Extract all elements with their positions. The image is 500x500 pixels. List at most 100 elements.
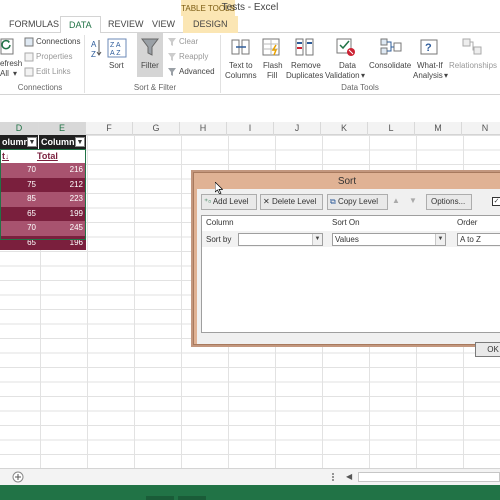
data-validation-label-2[interactable]: Validation	[325, 71, 360, 80]
add-level-button[interactable]: ⁺▫ Add Level	[201, 194, 257, 210]
filter-dropdown-icon[interactable]: ▼	[27, 137, 37, 147]
column-header-k[interactable]: K	[321, 122, 368, 135]
title-bar: TABLE TOOLS Tests - Excel	[0, 0, 500, 16]
copy-level-button[interactable]: ⧉ Copy Level	[327, 194, 388, 210]
order-select[interactable]: A to Z	[457, 233, 500, 246]
header-checkbox[interactable]: ✓	[492, 197, 500, 206]
table-cell[interactable]: 245	[39, 221, 83, 236]
sort-button[interactable]: Sort	[109, 61, 124, 70]
tab-data[interactable]: DATA	[60, 16, 101, 34]
tab-design[interactable]: DESIGN	[183, 16, 238, 33]
summary-cell-e[interactable]: Total	[37, 149, 58, 163]
column-header-l[interactable]: L	[368, 122, 415, 135]
refresh-dropdown-icon[interactable]: ▾	[13, 69, 17, 78]
remove-duplicates-icon[interactable]	[295, 37, 315, 57]
flash-fill-label-2[interactable]: Fill	[267, 71, 277, 80]
data-validation-icon[interactable]	[336, 37, 356, 57]
table-cell[interactable]: 223	[39, 192, 83, 207]
data-validation-dropdown-icon[interactable]: ▾	[361, 71, 365, 80]
table-cell[interactable]: 70	[0, 221, 36, 236]
table-header-label: olumn	[2, 137, 29, 147]
sort-dialog: Sort ⁺▫ Add Level ✕ Delete Level ⧉ Copy …	[193, 172, 500, 357]
column-header-m[interactable]: M	[415, 122, 462, 135]
what-if-analysis-label-2[interactable]: Analysis	[413, 71, 443, 80]
sort-icon[interactable]: Z A A Z	[107, 38, 127, 58]
column-header-e[interactable]: E	[39, 122, 86, 135]
chevron-down-icon[interactable]: ▼	[435, 234, 445, 245]
refresh-all-label-1[interactable]: efresh	[0, 59, 22, 68]
sort-on-select[interactable]: Values ▼	[332, 233, 446, 246]
consolidate-icon[interactable]	[380, 37, 402, 57]
table-cell[interactable]: 199	[39, 207, 83, 222]
advanced-button[interactable]: Advanced	[179, 67, 215, 76]
table-cell[interactable]: 196	[39, 236, 83, 251]
reapply-button[interactable]: Reapply	[179, 52, 208, 61]
column-header-g[interactable]: G	[133, 122, 180, 135]
text-to-columns-label-1[interactable]: Text to	[229, 61, 253, 70]
clear-filter-icon	[168, 38, 176, 46]
tab-formulas[interactable]: FORMULAS	[9, 19, 59, 29]
filter-dropdown-icon[interactable]: ▼	[75, 137, 85, 147]
column-header-h[interactable]: H	[180, 122, 227, 135]
options-button[interactable]: Options...	[426, 194, 472, 210]
properties-button[interactable]: Properties	[36, 52, 72, 61]
edit-links-button[interactable]: Edit Links	[36, 67, 71, 76]
column-header-f[interactable]: F	[86, 122, 133, 135]
table-cell[interactable]: 65	[0, 236, 36, 251]
column-header-n[interactable]: N	[462, 122, 500, 135]
table-header-cell[interactable]: olumn ▼	[0, 135, 38, 149]
group-sort-filter: Sort & Filter	[133, 83, 177, 92]
remove-duplicates-label-2[interactable]: Duplicates	[286, 71, 323, 80]
clear-button[interactable]: Clear	[179, 37, 198, 46]
ribbon-separator	[220, 35, 221, 93]
text-to-columns-label-2[interactable]: Columns	[225, 71, 257, 80]
sort-az-icon[interactable]: A Z	[90, 38, 102, 66]
scroll-left-icon[interactable]: ◀	[346, 472, 356, 482]
delete-level-label: Delete Level	[271, 197, 317, 206]
dialog-title[interactable]: Sort	[194, 176, 500, 187]
ribbon: efresh All ▾ Connections Properties Edit…	[0, 33, 500, 95]
table-cell[interactable]: 65	[0, 207, 36, 222]
copy-level-icon: ⧉	[330, 197, 336, 206]
add-sheet-icon[interactable]	[12, 471, 24, 483]
status-bar-control[interactable]	[178, 496, 206, 500]
ok-button[interactable]: OK	[475, 342, 500, 357]
table-cell[interactable]: 70	[0, 163, 36, 178]
consolidate-button[interactable]: Consolidate	[369, 61, 411, 70]
sort-by-column-select[interactable]: ▼	[238, 233, 323, 246]
edit-links-icon	[24, 67, 34, 77]
what-if-analysis-icon[interactable]: ?	[420, 37, 440, 57]
relationships-icon[interactable]	[462, 37, 482, 57]
table-cell[interactable]: 85	[0, 192, 36, 207]
summary-cell-d[interactable]: t↓	[2, 149, 9, 163]
table-cell[interactable]: 75	[0, 178, 36, 193]
table-cell[interactable]: 216	[39, 163, 83, 178]
flash-fill-label-1[interactable]: Flash	[263, 61, 283, 70]
column-header-j[interactable]: J	[274, 122, 321, 135]
group-data-tools: Data Tools	[341, 83, 379, 92]
status-bar-control[interactable]	[146, 496, 174, 500]
move-down-icon[interactable]: ▼	[409, 196, 417, 205]
tab-review[interactable]: REVIEW	[108, 19, 144, 29]
refresh-all-label-2[interactable]: All	[0, 69, 9, 78]
what-if-analysis-label-1[interactable]: What-If	[417, 61, 443, 70]
connections-button[interactable]: Connections	[36, 37, 80, 46]
flash-fill-icon[interactable]	[262, 37, 282, 57]
scroll-separator[interactable]	[330, 471, 336, 483]
column-header-d[interactable]: D	[0, 122, 39, 135]
column-header-i[interactable]: I	[227, 122, 274, 135]
what-if-analysis-dropdown-icon[interactable]: ▾	[444, 71, 448, 80]
move-up-icon[interactable]: ▲	[392, 196, 400, 205]
horizontal-scrollbar[interactable]	[358, 472, 500, 482]
add-level-icon: ⁺▫	[204, 197, 212, 206]
text-to-columns-icon[interactable]	[231, 37, 251, 57]
delete-level-button[interactable]: ✕ Delete Level	[260, 194, 323, 210]
chevron-down-icon[interactable]: ▼	[312, 234, 322, 245]
relationships-button[interactable]: Relationships	[449, 61, 497, 70]
data-validation-label-1[interactable]: Data	[339, 61, 356, 70]
remove-duplicates-label-1[interactable]: Remove	[291, 61, 321, 70]
table-cell[interactable]: 212	[39, 178, 83, 193]
tab-view[interactable]: VIEW	[152, 19, 175, 29]
refresh-all-icon[interactable]	[0, 37, 18, 57]
table-header-cell[interactable]: Column ▼	[39, 135, 86, 149]
